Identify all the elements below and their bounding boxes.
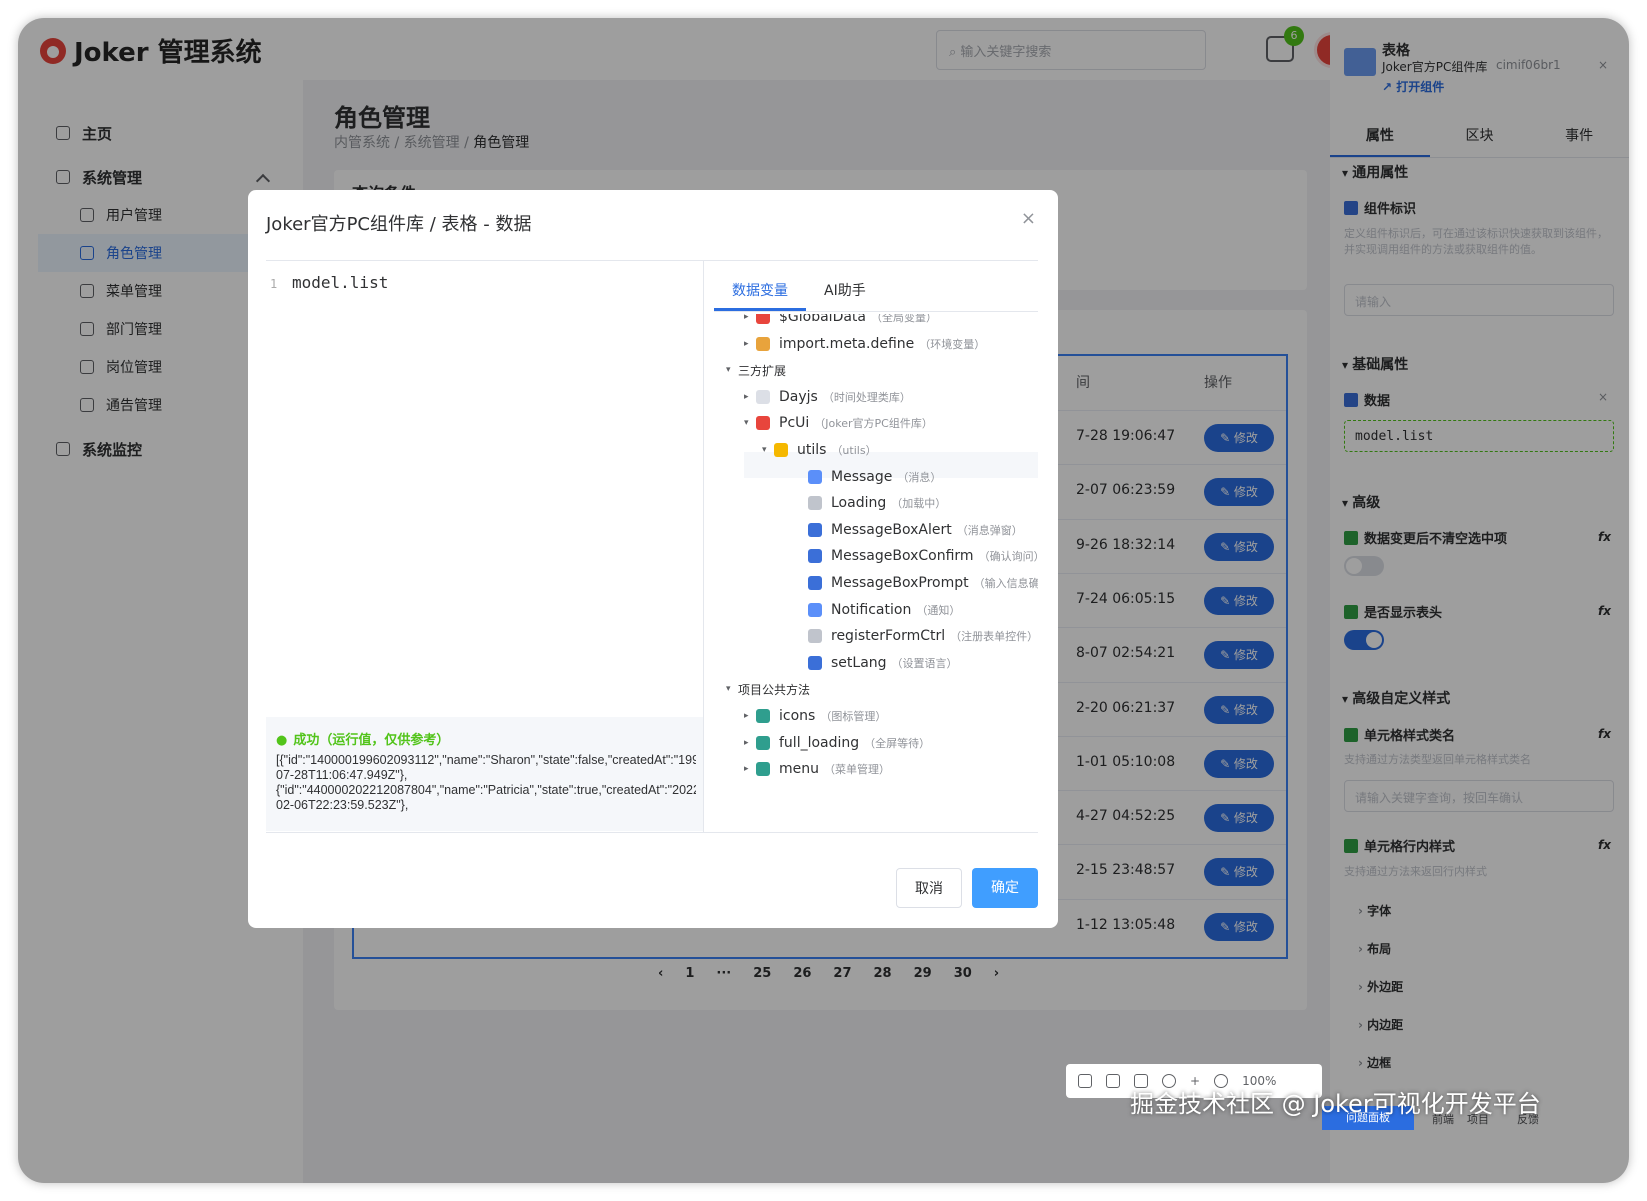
- watermark: 掘金技术社区 @ Joker可视化开发平台: [1130, 1090, 1541, 1118]
- node-type-icon: [756, 762, 770, 777]
- confirm-button[interactable]: 确定: [972, 868, 1038, 908]
- node-label: MessageBoxPrompt: [831, 575, 969, 591]
- robot-icon[interactable]: [1078, 1074, 1092, 1088]
- tree-node[interactable]: MessageBoxConfirm （确认询问）: [796, 545, 1038, 567]
- tree-node[interactable]: Loading （加载中）: [796, 492, 946, 514]
- node-note: （消息）: [897, 470, 942, 484]
- code-text: model.list: [292, 273, 389, 292]
- tree-node[interactable]: setLang （设置语言）: [796, 652, 958, 674]
- node-type-icon: [756, 336, 770, 351]
- tree-node[interactable]: ▸ Dayjs （时间处理类库）: [744, 386, 911, 408]
- tree-node[interactable]: ▸ import.meta.define （环境变量）: [744, 333, 985, 355]
- node-type-icon: [808, 602, 822, 617]
- node-note: （输入信息确认框）: [973, 577, 1038, 590]
- node-type-icon: [756, 735, 770, 750]
- node-note: （确认询问）: [978, 550, 1038, 564]
- node-note: （加载中）: [891, 497, 947, 511]
- node-label: full_loading: [779, 734, 860, 751]
- node-label: $GlobalData: [779, 314, 866, 325]
- active-tab-indicator: [714, 308, 806, 311]
- node-type-icon: [808, 522, 822, 537]
- dialog-title: Joker官方PC组件库 / 表格 - 数据: [266, 214, 532, 235]
- node-label: Loading: [831, 495, 887, 512]
- expand-arrow-icon[interactable]: ▸: [744, 339, 756, 349]
- expand-arrow-icon[interactable]: ▾: [762, 445, 774, 455]
- node-note: （设置语言）: [891, 656, 958, 670]
- tree-node[interactable]: MessageBoxAlert （消息弹窗）: [796, 519, 1023, 541]
- result-status: 成功（运行值，仅供参考）: [276, 729, 449, 748]
- line-number: 1: [270, 277, 278, 291]
- node-label: MessageBoxConfirm: [831, 548, 974, 565]
- node-label: 项目公共方法: [738, 682, 811, 697]
- tree-node[interactable]: MessageBoxPrompt （输入信息确认框）: [796, 572, 1038, 594]
- dialog-close-icon[interactable]: ×: [1021, 208, 1036, 229]
- tab-ai-assistant[interactable]: AI助手: [824, 280, 866, 300]
- node-note: （消息弹窗）: [956, 523, 1023, 537]
- tree-node[interactable]: ▾ PcUi （Joker官方PC组件库）: [744, 412, 933, 434]
- expand-arrow-icon[interactable]: ▸: [744, 392, 756, 402]
- node-label: utils: [797, 442, 827, 458]
- expand-arrow-icon[interactable]: ▾: [726, 365, 738, 375]
- node-type-icon: [756, 314, 770, 324]
- app-window: Joker 管理系统 ⌕ 输入关键字搜索 6 主页 系统管理 用户管理 角色管理…: [18, 18, 1629, 1183]
- node-label: Dayjs: [779, 388, 818, 405]
- node-type-icon: [756, 709, 770, 723]
- expand-arrow-icon[interactable]: ▸: [744, 314, 756, 322]
- node-note: （菜单管理）: [824, 763, 890, 777]
- node-label: PcUi: [779, 415, 810, 432]
- node-label: menu: [779, 761, 819, 778]
- tree-group[interactable]: ▾ 三方扩展: [726, 359, 786, 381]
- expand-arrow-icon[interactable]: ▾: [726, 684, 738, 694]
- expand-arrow-icon[interactable]: ▸: [744, 711, 756, 721]
- node-type-icon: [808, 549, 822, 564]
- tree-node[interactable]: ▸ menu （菜单管理）: [744, 758, 890, 780]
- data-binding-dialog: Joker官方PC组件库 / 表格 - 数据 × 1 model.list 成功…: [248, 190, 1058, 928]
- node-label: MessageBoxAlert: [831, 521, 952, 538]
- layout-icon[interactable]: [1106, 1074, 1120, 1088]
- node-label: setLang: [831, 654, 887, 671]
- tree-node[interactable]: registerFormCtrl （注册表单控件）: [796, 625, 1038, 647]
- code-editor[interactable]: 1 model.list 成功（运行值，仅供参考） [{"id":"140000…: [266, 261, 704, 833]
- result-value: [{"id":"140000199602093112","name":"Shar…: [276, 753, 696, 812]
- expand-arrow-icon[interactable]: ▾: [744, 418, 756, 428]
- result-panel: 成功（运行值，仅供参考） [{"id":"140000199602093112"…: [266, 717, 703, 831]
- node-type-icon: [808, 655, 822, 670]
- tab-data-variables[interactable]: 数据变量: [732, 280, 788, 300]
- tree-node[interactable]: Notification （通知）: [796, 599, 960, 621]
- node-note: （时间处理类库）: [822, 390, 911, 404]
- node-note: （注册表单控件）: [950, 630, 1038, 644]
- node-note: （通知）: [916, 603, 961, 617]
- node-type-icon: [808, 496, 822, 511]
- node-note: （Joker官方PC组件库）: [814, 417, 933, 431]
- divider: [266, 832, 1038, 833]
- node-type-icon: [774, 443, 788, 457]
- tree-group[interactable]: ▾ 项目公共方法: [726, 678, 810, 700]
- node-note: （图标管理）: [820, 710, 887, 723]
- node-label: registerFormCtrl: [831, 628, 946, 645]
- node-note: （环境变量）: [919, 337, 986, 351]
- node-label: 三方扩展: [738, 363, 787, 378]
- tree-node[interactable]: ▸ $GlobalData （全局变量）: [744, 314, 937, 328]
- variable-tree: ▸ $GlobalData （全局变量） ▸ import.meta.define （环境…: [714, 314, 1038, 832]
- node-type-icon: [756, 389, 770, 404]
- node-type-icon: [808, 629, 822, 644]
- cancel-button[interactable]: 取消: [896, 868, 962, 908]
- node-label: icons: [779, 708, 816, 724]
- node-label: import.meta.define: [779, 335, 915, 352]
- tree-node[interactable]: ▾ utils （utils）: [762, 439, 877, 461]
- node-type-icon: [756, 416, 770, 431]
- tree-node[interactable]: Message （消息）: [796, 466, 941, 488]
- node-type-icon: [808, 576, 822, 590]
- expand-arrow-icon[interactable]: ▸: [744, 764, 756, 774]
- node-note: （全局变量）: [871, 314, 937, 324]
- node-note: （utils）: [831, 444, 877, 457]
- node-type-icon: [808, 469, 822, 484]
- variable-tabs: 数据变量 AI助手: [714, 266, 1038, 312]
- node-label: Message: [831, 468, 893, 485]
- expand-arrow-icon[interactable]: ▸: [744, 738, 756, 748]
- tree-node[interactable]: ▸ icons （图标管理）: [744, 705, 886, 727]
- tree-node[interactable]: ▸ full_loading （全屏等待）: [744, 732, 930, 754]
- node-note: （全屏等待）: [864, 736, 931, 750]
- node-label: Notification: [831, 601, 912, 618]
